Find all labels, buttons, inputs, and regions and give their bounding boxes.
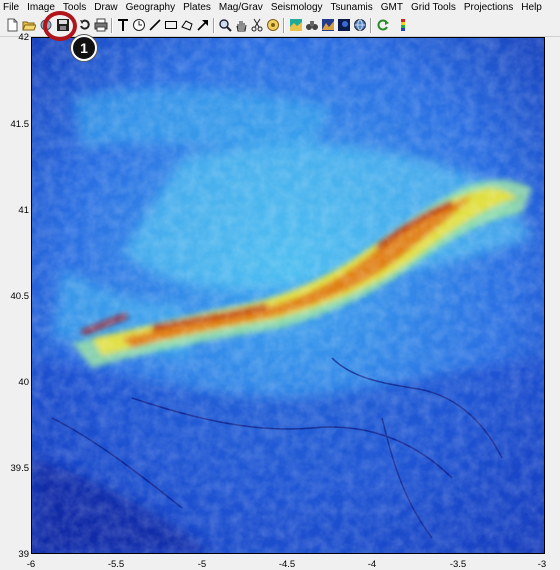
clock-icon[interactable] (132, 18, 146, 32)
menu-file[interactable]: File (0, 0, 23, 15)
text-icon[interactable] (116, 18, 130, 32)
print-icon[interactable] (94, 18, 108, 32)
toolbar (0, 15, 560, 37)
callout-number-badge: 1 (71, 35, 97, 61)
pan-hand-icon[interactable] (234, 18, 248, 32)
menu-help[interactable]: Help (517, 0, 546, 15)
terrain-map-image (32, 38, 544, 553)
menu-tsunamis[interactable]: Tsunamis (327, 0, 377, 15)
polygon-icon[interactable] (180, 18, 194, 32)
menu-geography[interactable]: Geography (122, 0, 179, 15)
rotate-icon[interactable] (78, 18, 92, 32)
new-file-icon[interactable] (5, 18, 19, 32)
menu-mag-grav[interactable]: Mag/Grav (215, 0, 267, 15)
menu-plates[interactable]: Plates (179, 0, 215, 15)
binoculars-icon[interactable] (305, 18, 319, 32)
y-tick-label: 41 (18, 205, 29, 216)
dark-image-icon[interactable] (337, 18, 351, 32)
open-folder-icon[interactable] (22, 18, 36, 32)
window-edge (547, 37, 560, 570)
image-map-icon[interactable] (289, 18, 303, 32)
y-tick-label: 40.5 (10, 291, 30, 302)
color-bar-icon[interactable] (396, 18, 410, 32)
toolbar-separator (213, 18, 215, 33)
y-tick-label: 40 (18, 377, 29, 388)
menu-gmt[interactable]: GMT (377, 0, 407, 15)
x-tick-label: -3.5 (449, 559, 467, 570)
x-tick-label: -6 (26, 559, 36, 570)
x-tick-label: -4 (367, 559, 377, 570)
toolbar-separator (370, 18, 372, 33)
x-tick-label: -5 (197, 559, 207, 570)
menu-bar: File Image Tools Draw Geography Plates M… (0, 0, 560, 15)
globe-icon[interactable] (353, 18, 367, 32)
x-tick-label: -4.5 (278, 559, 296, 570)
save-highlight-ring (43, 11, 77, 41)
scissors-icon[interactable] (250, 18, 264, 32)
y-tick-label: 39.5 (10, 463, 30, 474)
zoom-icon[interactable] (218, 18, 232, 32)
toolbar-separator (283, 18, 285, 33)
refresh-icon[interactable] (376, 18, 390, 32)
menu-grid-tools[interactable]: Grid Tools (407, 0, 460, 15)
menu-seismology[interactable]: Seismology (267, 0, 327, 15)
y-tick-label: 42 (18, 32, 29, 43)
info-icon[interactable] (266, 18, 280, 32)
menu-draw[interactable]: Draw (90, 0, 121, 15)
shaded-relief-icon[interactable] (321, 18, 335, 32)
line-icon[interactable] (148, 18, 162, 32)
toolbar-separator (111, 18, 113, 33)
y-tick-label: 41.5 (10, 119, 30, 130)
rectangle-icon[interactable] (164, 18, 178, 32)
x-tick-label: -3 (537, 559, 547, 570)
arrow-icon[interactable] (196, 18, 210, 32)
map-plot-area[interactable] (31, 37, 545, 554)
x-tick-label: -5.5 (107, 559, 125, 570)
menu-projections[interactable]: Projections (460, 0, 517, 15)
